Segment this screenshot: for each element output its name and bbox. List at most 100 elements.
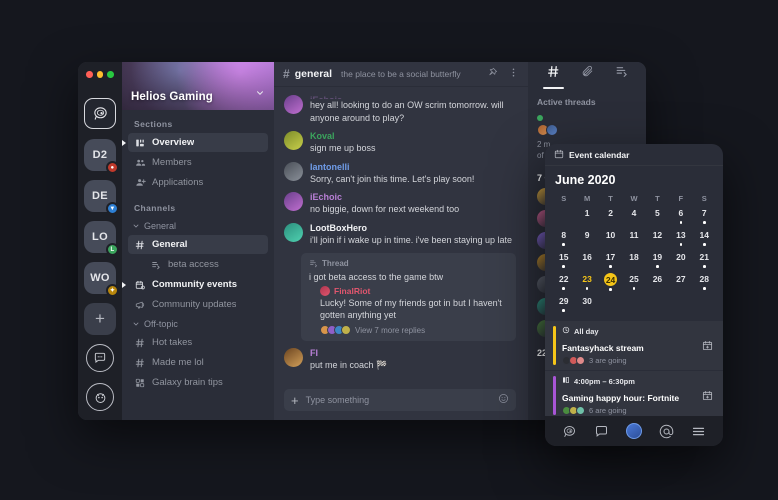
maximize-window-button[interactable] — [107, 71, 114, 78]
event-item[interactable]: 4:00pm – 6:30pm Gaming happy hour: Fortni… — [545, 371, 723, 416]
sidebar-item-members[interactable]: Members — [128, 153, 268, 172]
avatar[interactable] — [284, 348, 303, 367]
minimize-window-button[interactable] — [96, 71, 103, 78]
calendar-day-28[interactable]: 28 — [693, 273, 716, 295]
menu-icon[interactable] — [691, 424, 706, 439]
calendar-event-dot — [562, 243, 565, 246]
calendar-day-12[interactable]: 12 — [646, 229, 669, 251]
calendar-day-10[interactable]: 10 — [599, 229, 622, 251]
calendar-day-23[interactable]: 23 — [575, 273, 598, 295]
explore-icon[interactable] — [86, 383, 114, 411]
home-server-button[interactable] — [84, 97, 116, 130]
calendar-day-26[interactable]: 26 — [646, 273, 669, 295]
tab-channel[interactable] — [542, 65, 564, 89]
add-server-button[interactable]: + — [84, 303, 116, 335]
sidebar-item-applications[interactable]: Applications — [128, 173, 268, 192]
avatar[interactable] — [284, 95, 303, 114]
channel-beta-access[interactable]: beta access — [128, 255, 268, 274]
category-general[interactable]: General — [122, 217, 274, 234]
message-composer[interactable]: + Type something — [284, 389, 516, 411]
calendar-day-27[interactable]: 27 — [669, 273, 692, 295]
calendar-day-19[interactable]: 19 — [646, 251, 669, 273]
sidebar-item-overview[interactable]: Overview — [122, 133, 268, 152]
server-icon-de[interactable]: DE ▼ — [84, 180, 119, 216]
calendar-day-25[interactable]: 25 — [622, 273, 645, 295]
calendar-day-number: 23 — [582, 274, 592, 284]
thread-card[interactable]: Thread i got beta access to the game btw… — [301, 253, 516, 341]
calendar-day-number — [651, 295, 664, 307]
category-off-topic[interactable]: Off-topic — [122, 315, 274, 332]
close-window-button[interactable] — [86, 71, 93, 78]
calendar-day-8[interactable]: 8 — [552, 229, 575, 251]
calendar-day-9[interactable]: 9 — [575, 229, 598, 251]
calendar-day-number: 4 — [631, 208, 637, 218]
profile-avatar-icon[interactable] — [625, 423, 642, 439]
calendar-day-15[interactable]: 15 — [552, 251, 575, 273]
calendar-day-21[interactable]: 21 — [693, 251, 716, 273]
calendar-day-6[interactable]: 6 — [669, 207, 692, 229]
calendar-day-22[interactable]: 22 — [552, 273, 575, 295]
calendar-body[interactable]: June 2020 SMTWTFS 1 2 4 5 6 7 8 9 10 11 12 13 14 15 16… — [545, 166, 723, 416]
calendar-day-14[interactable]: 14 — [693, 229, 716, 251]
calendar-day-1[interactable]: 1 — [575, 207, 598, 229]
message-text: Sorry, can't join this time. Let's play … — [310, 173, 475, 184]
calendar-day-5[interactable]: 5 — [646, 207, 669, 229]
add-attachment-icon[interactable]: + — [291, 393, 299, 408]
calendar-day-29[interactable]: 29 — [552, 295, 575, 317]
message-username[interactable]: LootBoxHero — [310, 222, 516, 234]
chat-bubble-icon[interactable] — [86, 344, 114, 372]
calendar-day-11[interactable]: 11 — [622, 229, 645, 251]
mentions-icon[interactable] — [659, 424, 674, 439]
calendar-add-icon[interactable] — [702, 326, 715, 365]
calendar-day-20[interactable]: 20 — [669, 251, 692, 273]
more-options-icon[interactable] — [508, 65, 519, 83]
channel-hot-takes[interactable]: Hot takes — [128, 333, 268, 352]
channel-general[interactable]: General — [128, 235, 268, 254]
pin-icon[interactable] — [487, 65, 498, 83]
avatar[interactable] — [284, 161, 303, 181]
home-icon[interactable] — [562, 424, 577, 439]
channel-scroll-area[interactable]: Sections Overview Members Applications Cha… — [122, 110, 274, 420]
server-icon-lo[interactable]: LO L — [84, 221, 119, 257]
message-list[interactable]: iEchoichey all! looking to do an OW scri… — [274, 87, 528, 384]
server-icon-wo[interactable]: WO ✦ — [84, 262, 119, 298]
avatar[interactable] — [284, 131, 303, 150]
thread-live-row — [537, 115, 637, 121]
message-username[interactable]: iEchoic — [310, 94, 516, 99]
calendar-day-30[interactable]: 30 — [575, 295, 598, 317]
channel-made-me-lol[interactable]: Made me lol — [128, 353, 268, 372]
server-list: D2 ● DE ▼ LO L WO ✦ — [84, 139, 119, 303]
channel-community-events[interactable]: Community events — [122, 275, 268, 294]
message-input[interactable]: Type something — [306, 395, 491, 405]
message-username[interactable]: iEchoic — [310, 191, 516, 203]
tab-threads[interactable] — [615, 65, 628, 89]
calendar-day-2[interactable]: 2 — [599, 207, 622, 229]
view-more-replies-label: View 7 more replies — [355, 325, 426, 335]
channel-galaxy-brain-tips[interactable]: Galaxy brain tips — [128, 373, 268, 392]
avatar[interactable] — [284, 192, 303, 211]
calendar-add-icon[interactable] — [702, 376, 715, 415]
calendar-day-24[interactable]: 24 — [599, 273, 622, 295]
channel-community-updates[interactable]: Community updates — [128, 295, 268, 314]
emoji-icon[interactable] — [498, 391, 509, 409]
message-username[interactable]: Iantonelli — [310, 161, 516, 173]
server-banner-header[interactable]: Helios Gaming — [122, 62, 274, 110]
event-item[interactable]: All day Fantasyhack stream 3 are going — [545, 321, 723, 370]
server-icon-d2[interactable]: D2 ● — [84, 139, 119, 175]
avatar[interactable] — [284, 222, 303, 242]
calendar-day-4[interactable]: 4 — [622, 207, 645, 229]
view-more-replies-button[interactable]: View 7 more replies — [309, 325, 508, 335]
window-traffic-lights[interactable] — [86, 71, 114, 78]
tab-attachments[interactable] — [581, 65, 594, 89]
messages-icon[interactable] — [594, 424, 609, 439]
calendar-event-dot — [702, 287, 706, 290]
calendar-day-7[interactable]: 7 — [693, 207, 716, 229]
message-username[interactable]: Koval — [310, 130, 516, 142]
calendar-day-number — [557, 207, 570, 219]
calendar-day-13[interactable]: 13 — [669, 229, 692, 251]
calendar-day-17[interactable]: 17 — [599, 251, 622, 273]
calendar-day-18[interactable]: 18 — [622, 251, 645, 273]
calendar-day-number: 17 — [605, 252, 616, 262]
message-username[interactable]: FI — [310, 347, 516, 359]
calendar-day-16[interactable]: 16 — [575, 251, 598, 273]
